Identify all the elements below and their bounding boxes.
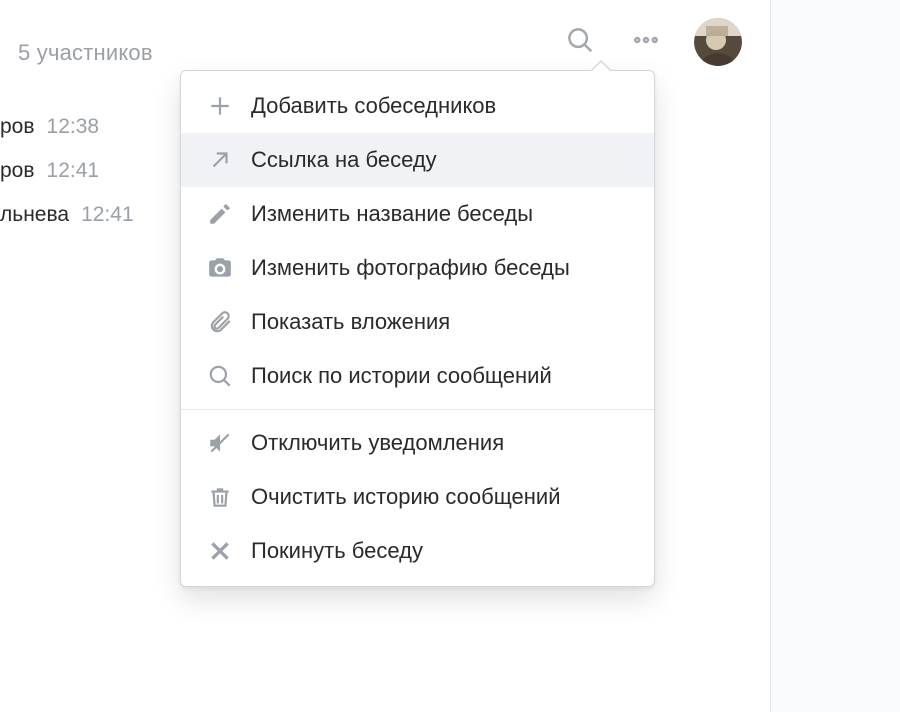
message-time: 12:41 <box>47 159 100 183</box>
plus-icon <box>207 93 233 119</box>
header-actions <box>562 18 742 66</box>
search-icon <box>207 363 233 389</box>
sender-name-fragment: ров <box>0 159 35 183</box>
sender-name-fragment: ров <box>0 115 35 139</box>
menu-separator <box>181 409 654 410</box>
sender-name-fragment: льнева <box>0 203 69 227</box>
message-time: 12:38 <box>47 115 100 139</box>
search-icon <box>565 25 595 60</box>
message-time: 12:41 <box>81 203 134 227</box>
message-row[interactable]: ров 12:41 <box>0 149 170 193</box>
menu-leave-chat[interactable]: Покинуть беседу <box>181 524 654 578</box>
message-row[interactable]: льнева 12:41 <box>0 193 170 237</box>
menu-item-label: Изменить фотографию беседы <box>251 256 570 280</box>
chat-avatar[interactable] <box>694 18 742 66</box>
menu-item-label: Отключить уведомления <box>251 431 504 455</box>
menu-item-label: Ссылка на беседу <box>251 148 437 172</box>
search-button[interactable] <box>562 24 598 60</box>
link-arrow-icon <box>207 147 233 173</box>
more-button[interactable] <box>628 24 664 60</box>
camera-icon <box>207 255 233 281</box>
chat-pane: 5 участников <box>0 0 770 712</box>
menu-search-history[interactable]: Поиск по истории сообщений <box>181 349 654 403</box>
menu-rename-chat[interactable]: Изменить название беседы <box>181 187 654 241</box>
right-sidebar-fragment <box>770 0 900 712</box>
chat-actions-menu: Добавить собеседников Ссылка на беседу И… <box>180 70 655 587</box>
menu-mute-notifications[interactable]: Отключить уведомления <box>181 416 654 470</box>
pencil-icon <box>207 201 233 227</box>
menu-item-label: Покинуть беседу <box>251 539 423 563</box>
menu-item-label: Добавить собеседников <box>251 94 496 118</box>
menu-item-label: Изменить название беседы <box>251 202 533 226</box>
mute-icon <box>207 430 233 456</box>
menu-item-label: Поиск по истории сообщений <box>251 364 552 388</box>
participants-count: 5 участников <box>18 40 153 66</box>
menu-change-photo[interactable]: Изменить фотографию беседы <box>181 241 654 295</box>
menu-add-members[interactable]: Добавить собеседников <box>181 79 654 133</box>
chat-header: 5 участников <box>0 0 770 80</box>
more-icon <box>631 25 661 60</box>
message-list-fragment: ров 12:38 ров 12:41 льнева 12:41 <box>0 105 170 237</box>
menu-conversation-link[interactable]: Ссылка на беседу <box>181 133 654 187</box>
attachment-icon <box>207 309 233 335</box>
menu-clear-history[interactable]: Очистить историю сообщений <box>181 470 654 524</box>
message-row[interactable]: ров 12:38 <box>0 105 170 149</box>
trash-icon <box>207 484 233 510</box>
menu-item-label: Очистить историю сообщений <box>251 485 561 509</box>
menu-item-label: Показать вложения <box>251 310 450 334</box>
close-icon <box>207 538 233 564</box>
menu-show-attachments[interactable]: Показать вложения <box>181 295 654 349</box>
